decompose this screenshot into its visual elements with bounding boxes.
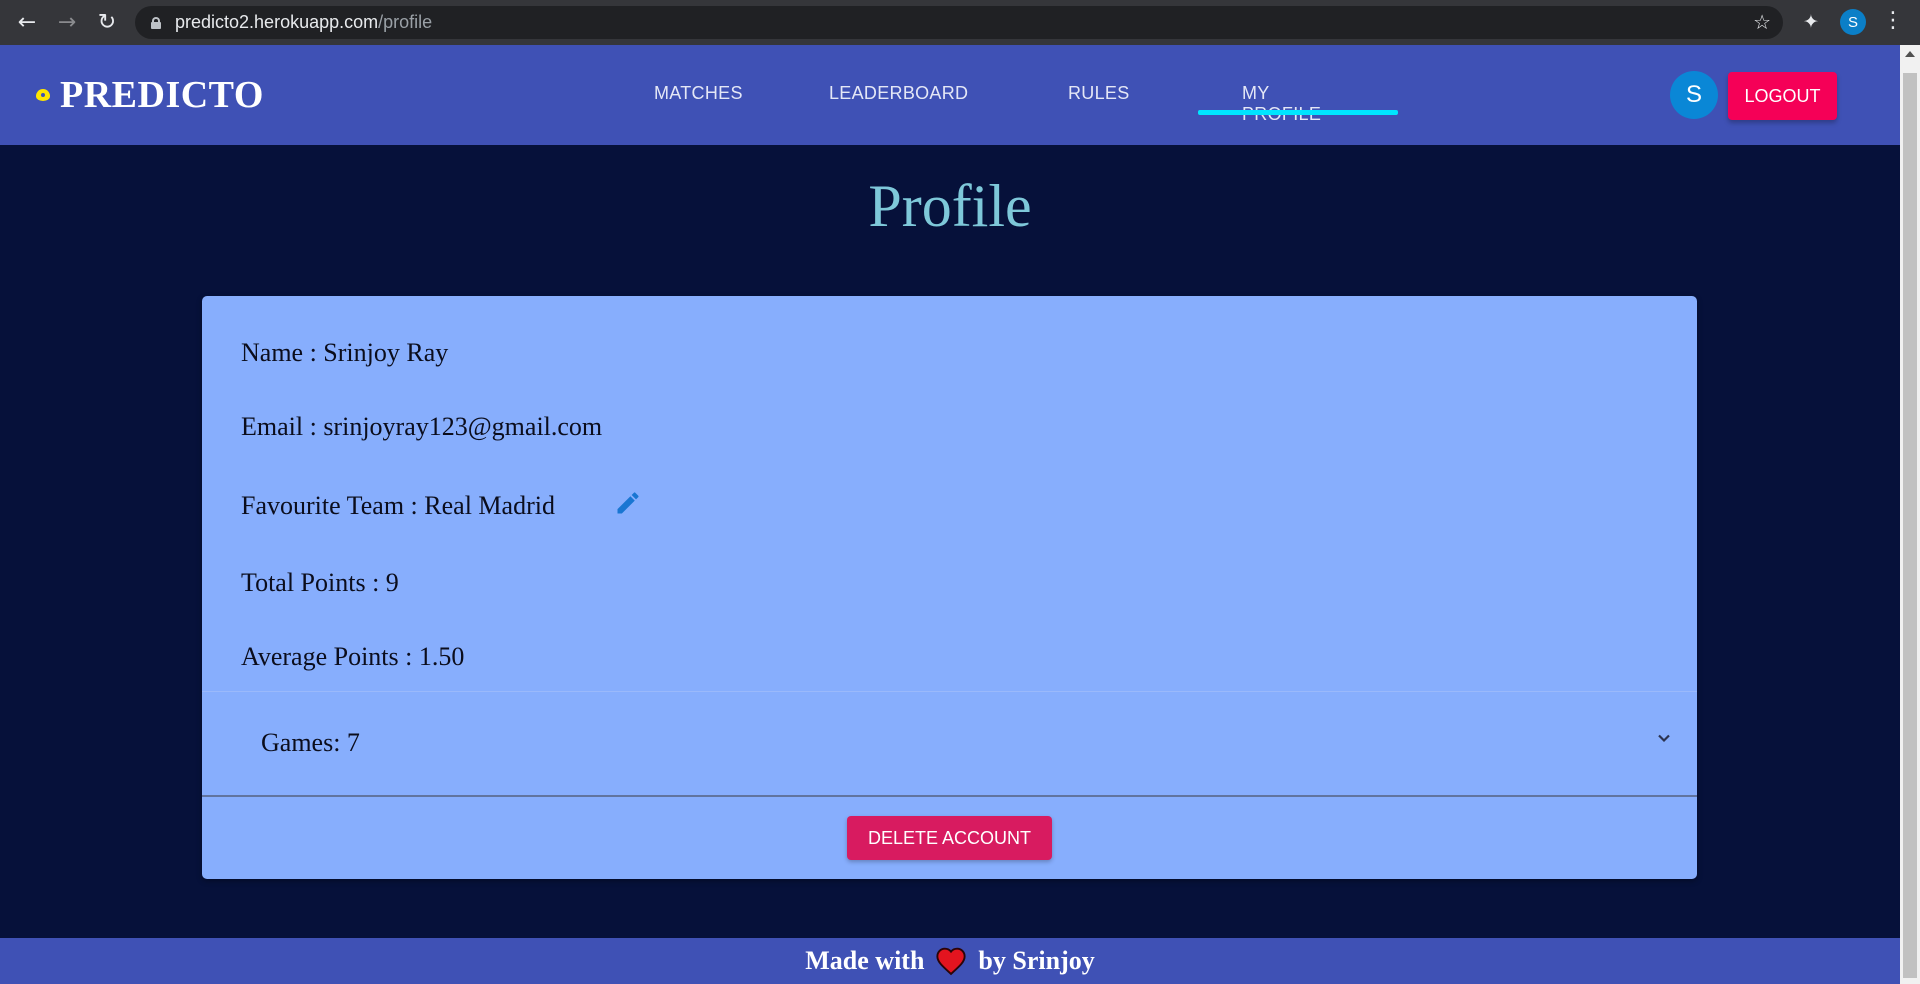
page-title: Profile [868, 173, 1032, 239]
divider [202, 795, 1697, 797]
browser-profile-avatar[interactable]: S [1840, 9, 1866, 35]
forward-icon[interactable]: → [47, 0, 87, 45]
footer: Made with by Srinjoy [0, 938, 1900, 984]
footer-made-with: Made with [805, 946, 925, 975]
logo-text: PREDICTO [60, 74, 264, 116]
scroll-up-arrow-icon[interactable] [1905, 51, 1915, 57]
games-count: Games: 7 [261, 728, 360, 757]
pencil-icon[interactable] [614, 489, 642, 517]
address-bar[interactable]: predicto2.herokuapp.com/profile ☆ [135, 6, 1783, 39]
delete-account-button[interactable]: DELETE ACCOUNT [847, 816, 1052, 860]
heart-icon [936, 947, 967, 976]
profile-average-points: Average Points : 1.50 [241, 642, 465, 671]
profile-email: Email : srinjoyray123@gmail.com [241, 412, 603, 441]
nav-rules[interactable]: RULES [1068, 83, 1130, 104]
logout-button[interactable]: LOGOUT [1728, 72, 1837, 120]
footer-by: by Srinjoy [978, 946, 1095, 975]
extensions-puzzle-icon[interactable]: ✦ [1800, 11, 1822, 33]
url-host: predicto2.herokuapp.com [175, 12, 379, 32]
active-tab-indicator [1198, 110, 1398, 115]
footer-credit: Made with by Srinjoy [805, 946, 1095, 976]
nav-my-profile[interactable]: MY PROFILE [1242, 83, 1321, 125]
lock-icon [151, 16, 161, 29]
url-path: /profile [378, 12, 433, 32]
back-icon[interactable]: ← [7, 0, 47, 45]
profile-card: Name : Srinjoy Ray Email : srinjoyray123… [202, 296, 1697, 879]
browser-menu-icon[interactable]: ⋮ [1882, 8, 1904, 33]
browser-toolbar: ← → ↻ predicto2.herokuapp.com/profile ☆ … [0, 0, 1920, 45]
reload-icon[interactable]: ↻ [87, 0, 127, 45]
whistle-icon [32, 87, 56, 103]
logo[interactable]: PREDICTO [32, 73, 264, 117]
profile-favourite-team: Favourite Team : Real Madrid [241, 491, 555, 520]
avatar[interactable]: S [1670, 71, 1718, 119]
games-accordion[interactable]: Games: 7 [202, 692, 1697, 792]
nav-leaderboard[interactable]: LEADERBOARD [829, 83, 968, 104]
scroll-thumb[interactable] [1903, 73, 1917, 978]
page-scrollbar[interactable] [1900, 45, 1920, 984]
url-text: predicto2.herokuapp.com/profile [175, 12, 432, 33]
bookmark-star-icon[interactable]: ☆ [1753, 10, 1771, 34]
profile-total-points: Total Points : 9 [241, 568, 399, 597]
app-header: PREDICTO MATCHES LEADERBOARD RULES MY PR… [0, 45, 1900, 145]
chevron-down-icon[interactable] [1654, 728, 1674, 748]
profile-name: Name : Srinjoy Ray [241, 338, 449, 367]
nav-matches[interactable]: MATCHES [654, 83, 743, 104]
